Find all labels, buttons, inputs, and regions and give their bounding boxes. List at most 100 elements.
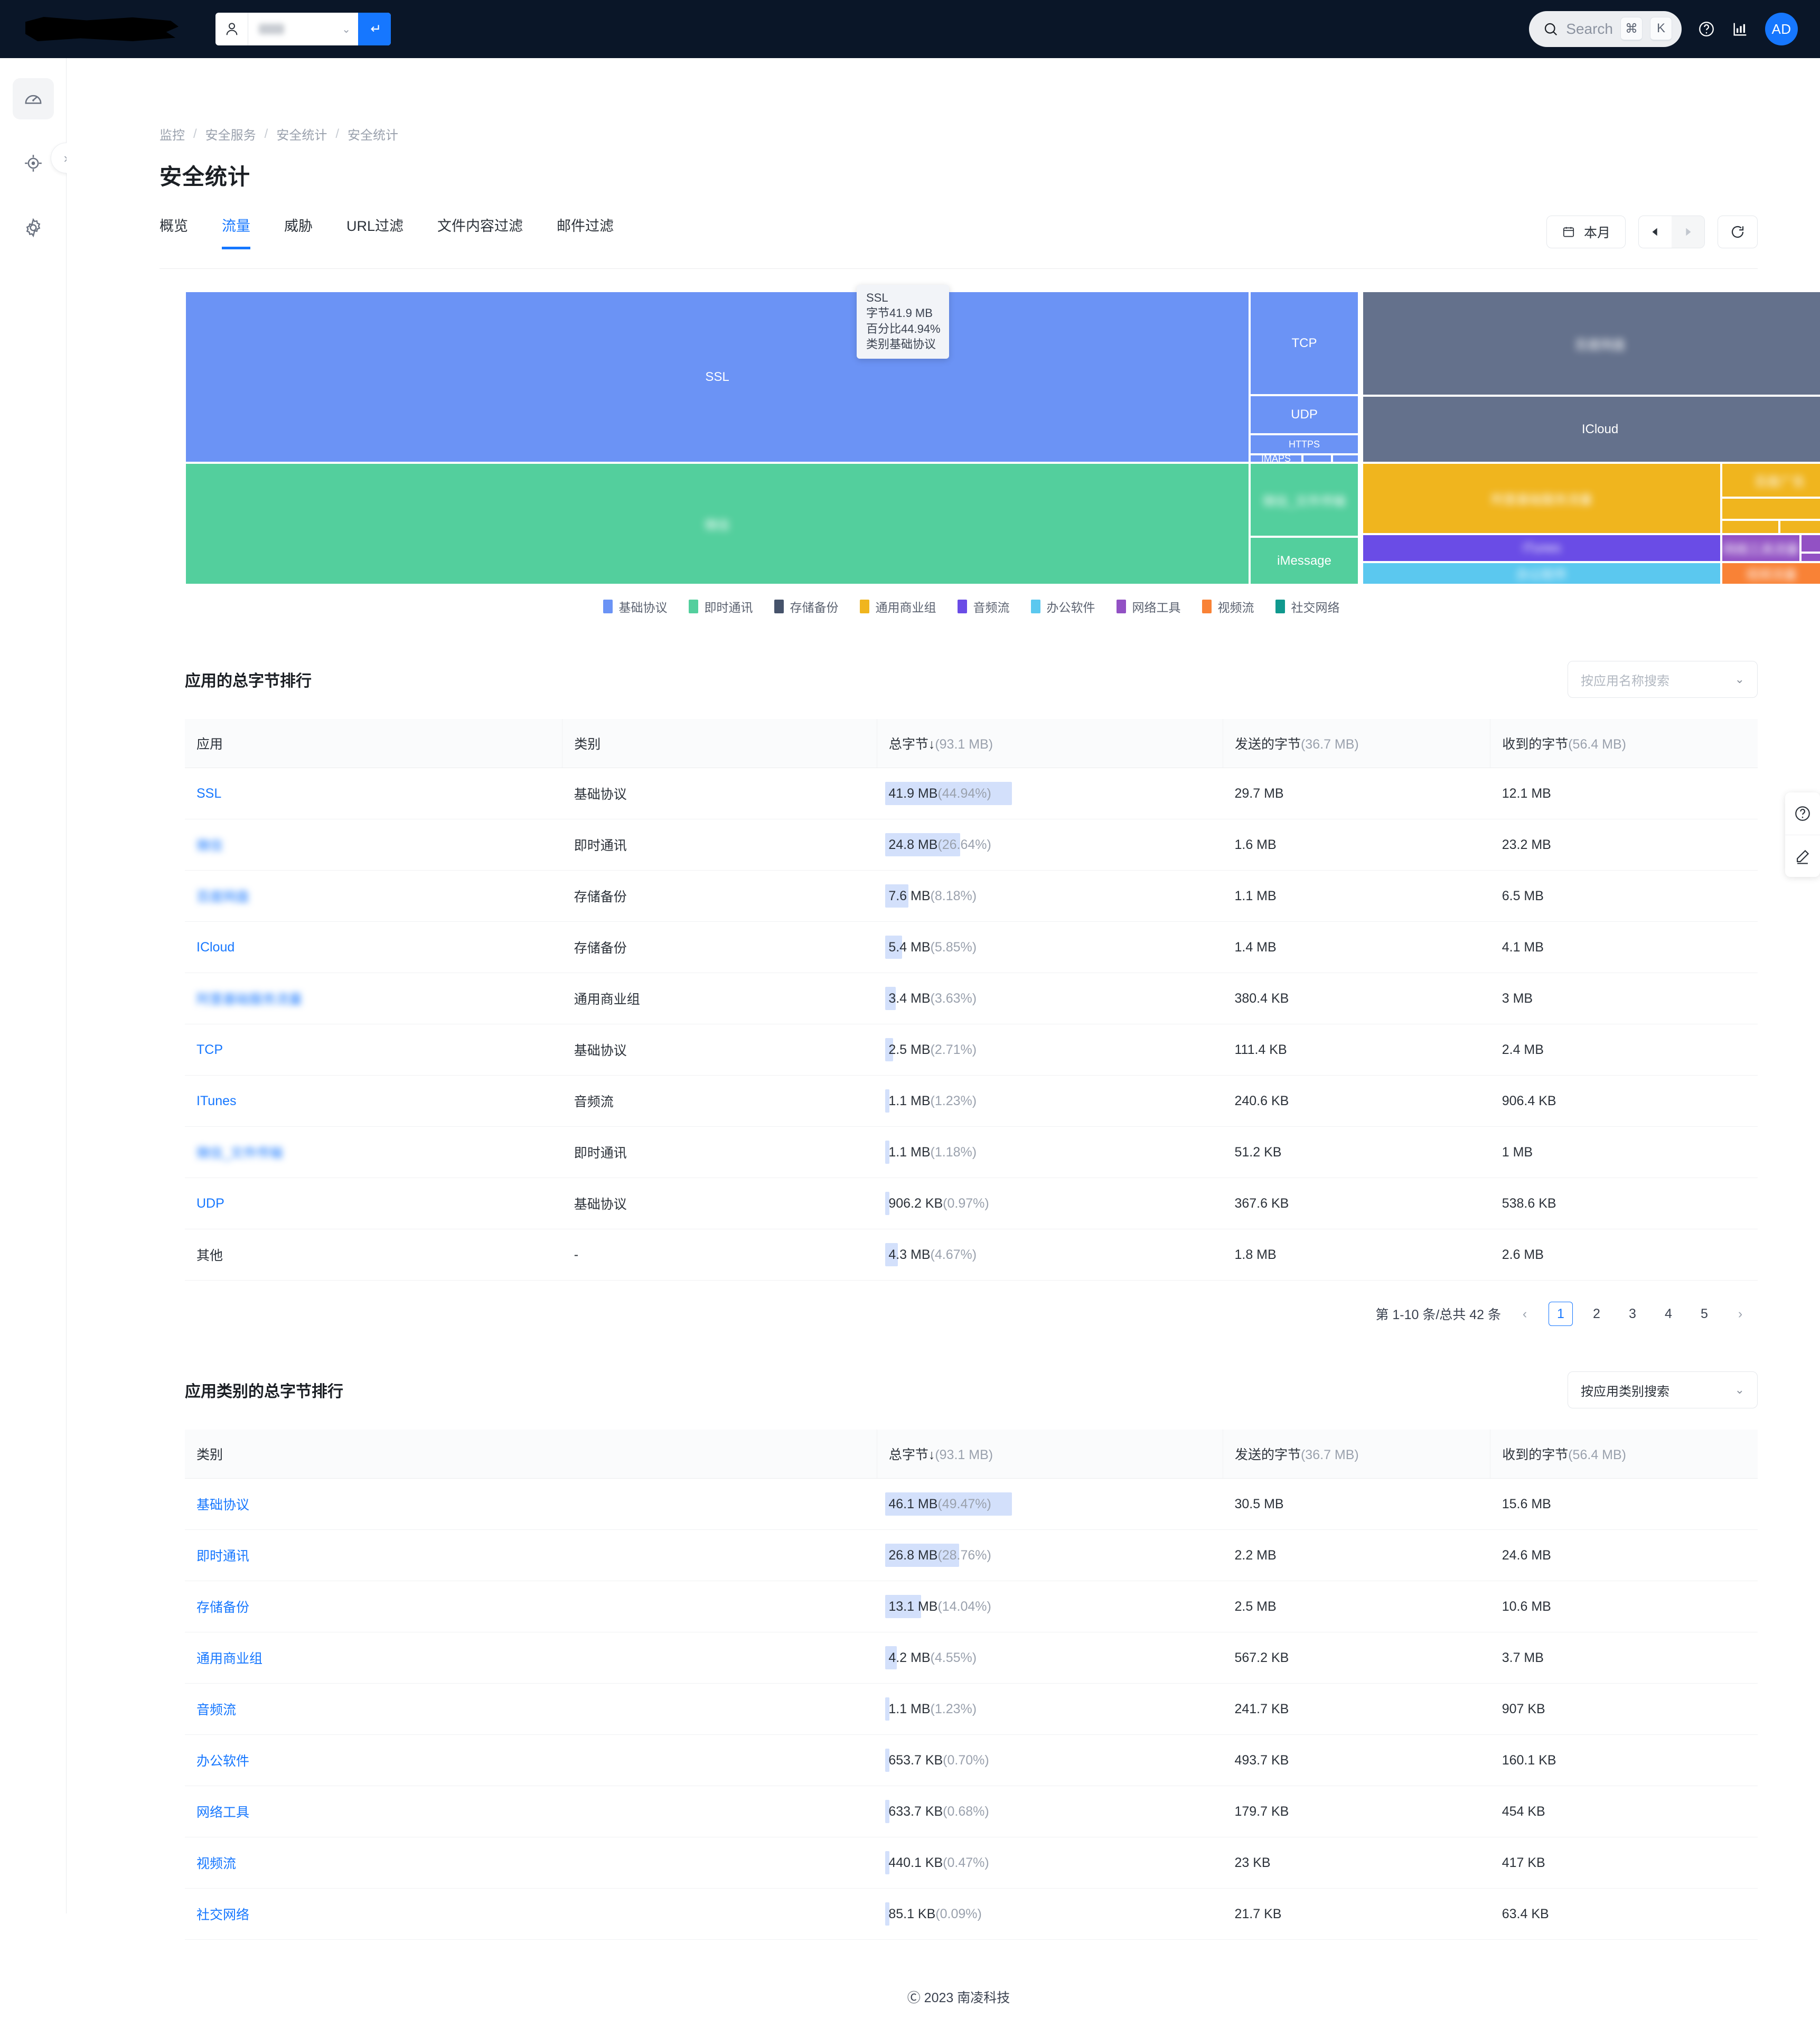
breadcrumb-item-1[interactable]: 安全服务 [205, 125, 256, 143]
pagination-page-2[interactable]: 2 [1584, 1302, 1609, 1326]
table-row[interactable]: 百度网盘 存储备份 7.6 MB(8.18%) 1.1 MB 6.5 MB [185, 870, 1758, 922]
pagination-page-1[interactable]: 1 [1549, 1302, 1573, 1326]
sidebar-item-settings[interactable] [13, 207, 54, 248]
tab-traffic[interactable]: 流量 [222, 214, 250, 249]
legend-item[interactable]: 基础协议 [603, 597, 668, 615]
app-name-link[interactable]: 百度网盘 [196, 886, 249, 905]
legend-item[interactable]: 即时通讯 [688, 597, 753, 615]
legend-item[interactable]: 网络工具 [1116, 597, 1181, 615]
legend-item[interactable]: 视频流 [1202, 597, 1254, 615]
treemap-tile[interactable]: 百度网盘 [1362, 291, 1820, 396]
category-name-link[interactable]: 社交网络 [196, 1908, 249, 1922]
refresh-button[interactable] [1718, 216, 1758, 248]
bar-chart-icon[interactable] [1731, 20, 1749, 38]
treemap-tile[interactable]: IMAPS [1250, 454, 1302, 463]
treemap-tile[interactable]: HTTPS [1250, 434, 1359, 454]
avatar[interactable]: AD [1765, 13, 1798, 45]
question-circle-icon[interactable] [1697, 20, 1715, 38]
app-name-link[interactable]: ITunes [196, 1094, 237, 1108]
tenant-selector[interactable]: ⌄ [215, 13, 391, 45]
treemap-tile[interactable]: 微信 [185, 463, 1250, 585]
table-row[interactable]: 网络工具 633.7 KB(0.68%) 179.7 KB 454 KB [185, 1786, 1758, 1837]
col-total[interactable]: 总字节↓(93.1 MB) [877, 719, 1223, 768]
treemap-tile[interactable]: 微信_文件传输 [1250, 463, 1359, 537]
app-name-link[interactable]: 微信 [196, 835, 223, 854]
table-row[interactable]: UDP 基础协议 906.2 KB(0.97%) 367.6 KB 538.6 KB [185, 1178, 1758, 1229]
sidebar-item-monitor[interactable] [12, 78, 54, 119]
sidebar-item-services[interactable] [13, 143, 54, 184]
tab-mail-filter[interactable]: 邮件过滤 [557, 214, 614, 249]
category-name-link[interactable]: 视频流 [196, 1856, 236, 1871]
treemap-tile[interactable]: 办公软件 [1362, 562, 1721, 585]
treemap-tile[interactable]: iMessage [1250, 537, 1359, 585]
treemap-tile[interactable]: TCP [1250, 291, 1359, 395]
treemap-tile[interactable]: 视频流量 [1721, 562, 1820, 585]
legend-item[interactable]: 音频流 [957, 597, 1010, 615]
tab-url-filter[interactable]: URL过滤 [346, 214, 404, 249]
legend-item[interactable]: 存储备份 [774, 597, 839, 615]
treemap-tile[interactable] [1800, 553, 1820, 562]
table-row[interactable]: 社交网络 85.1 KB(0.09%) 21.7 KB 63.4 KB [185, 1888, 1758, 1940]
table-row[interactable]: 办公软件 653.7 KB(0.70%) 493.7 KB 160.1 KB [185, 1734, 1758, 1786]
legend-item[interactable]: 办公软件 [1030, 597, 1095, 615]
app-name-link[interactable]: SSL [196, 786, 221, 801]
table-row[interactable]: ITunes 音频流 1.1 MB(1.23%) 240.6 KB 906.4 KB [185, 1075, 1758, 1127]
treemap-tile[interactable] [1721, 498, 1820, 520]
col-category[interactable]: 类别 [562, 719, 877, 768]
legend-item[interactable]: 通用商业组 [859, 597, 936, 615]
search-input[interactable]: Search ⌘ K [1529, 11, 1682, 47]
treemap-tile[interactable]: 百度广告 [1721, 463, 1820, 498]
treemap-tile[interactable]: ITunes [1362, 534, 1721, 562]
treemap-canvas[interactable]: SSL TCP UDP HTTPS IMAPS 百度网盘 ICloud 微信 微信_文件传输 iM… [185, 291, 1820, 585]
category-name-link[interactable]: 网络工具 [196, 1805, 249, 1820]
table-row[interactable]: SSL 基础协议 41.9 MB(44.94%) 29.7 MB 12.1 MB [185, 768, 1758, 819]
pagination-prev[interactable]: ‹ [1513, 1302, 1537, 1326]
category-name-link[interactable]: 基础协议 [196, 1498, 249, 1512]
table-row[interactable]: 其他 -4.3 MB(4.67%) 1.8 MB 2.6 MB [185, 1229, 1758, 1281]
date-range-button[interactable]: 本月 [1546, 216, 1626, 248]
app-name-link[interactable]: 微信_文件传输 [196, 1143, 283, 1162]
tenant-value[interactable]: ⌄ [248, 13, 358, 45]
table-row[interactable]: 音频流 1.1 MB(1.23%) 241.7 KB 907 KB [185, 1683, 1758, 1735]
breadcrumb-item-0[interactable]: 监控 [160, 125, 185, 143]
enter-icon[interactable] [358, 13, 391, 45]
app-name-link[interactable]: UDP [196, 1196, 224, 1211]
breadcrumb-item-2[interactable]: 安全统计 [276, 125, 327, 143]
table-row[interactable]: 通用商业组 4.2 MB(4.55%) 567.2 KB 3.7 MB [185, 1632, 1758, 1684]
prev-period-button[interactable] [1639, 216, 1672, 248]
tab-file-filter[interactable]: 文件内容过滤 [437, 214, 523, 249]
col-sent[interactable]: 发送的字节(36.7 MB) [1223, 1430, 1491, 1479]
treemap-tile[interactable]: 网络工具流量 [1721, 534, 1800, 562]
category-name-link[interactable]: 存储备份 [196, 1600, 249, 1615]
app-name-link[interactable]: TCP [196, 1042, 223, 1057]
tab-overview[interactable]: 概览 [160, 214, 188, 249]
treemap-tile[interactable] [1779, 520, 1820, 534]
treemap-tile[interactable]: 阿里基础服务流量 [1362, 463, 1721, 534]
category-name-link[interactable]: 音频流 [196, 1703, 236, 1717]
treemap-tile[interactable] [1800, 534, 1820, 553]
legend-item[interactable]: 社交网络 [1275, 597, 1340, 615]
category-name-link[interactable]: 即时通讯 [196, 1549, 249, 1564]
pagination-page-5[interactable]: 5 [1692, 1302, 1716, 1326]
category-name-link[interactable]: 通用商业组 [196, 1651, 262, 1666]
treemap-tile[interactable] [1332, 454, 1359, 463]
table-row[interactable]: ICloud 存储备份 5.4 MB(5.85%) 1.4 MB 4.1 MB [185, 921, 1758, 973]
pagination-page-4[interactable]: 4 [1656, 1302, 1681, 1326]
breadcrumb-item-3[interactable]: 安全统计 [348, 125, 398, 143]
app-name-link[interactable]: ICloud [196, 940, 234, 955]
help-button[interactable] [1785, 792, 1820, 835]
table-row[interactable]: 基础协议 46.1 MB(49.47%) 30.5 MB 15.6 MB [185, 1478, 1758, 1530]
category-name-link[interactable]: 办公软件 [196, 1754, 249, 1769]
col-received[interactable]: 收到的字节(56.4 MB) [1490, 719, 1758, 768]
table-row[interactable]: 微信_文件传输 即时通讯 1.1 MB(1.18%) 51.2 KB 1 MB [185, 1126, 1758, 1178]
col-received[interactable]: 收到的字节(56.4 MB) [1490, 1430, 1758, 1479]
col-app[interactable]: 应用 [185, 719, 563, 768]
table-row[interactable]: 微信 即时通讯 24.8 MB(26.64%) 1.6 MB 23.2 MB [185, 819, 1758, 871]
table-row[interactable]: 视频流 440.1 KB(0.47%) 23 KB 417 KB [185, 1837, 1758, 1889]
next-period-button[interactable] [1672, 216, 1704, 248]
tab-threat[interactable]: 威胁 [284, 214, 313, 249]
treemap-tile[interactable] [1721, 520, 1779, 534]
table-row[interactable]: TCP 基础协议 2.5 MB(2.71%) 111.4 KB 2.4 MB [185, 1024, 1758, 1076]
app-name-filter[interactable]: 按应用名称搜索 ⌄ [1568, 661, 1758, 698]
col-total[interactable]: 总字节↓(93.1 MB) [877, 1430, 1223, 1479]
